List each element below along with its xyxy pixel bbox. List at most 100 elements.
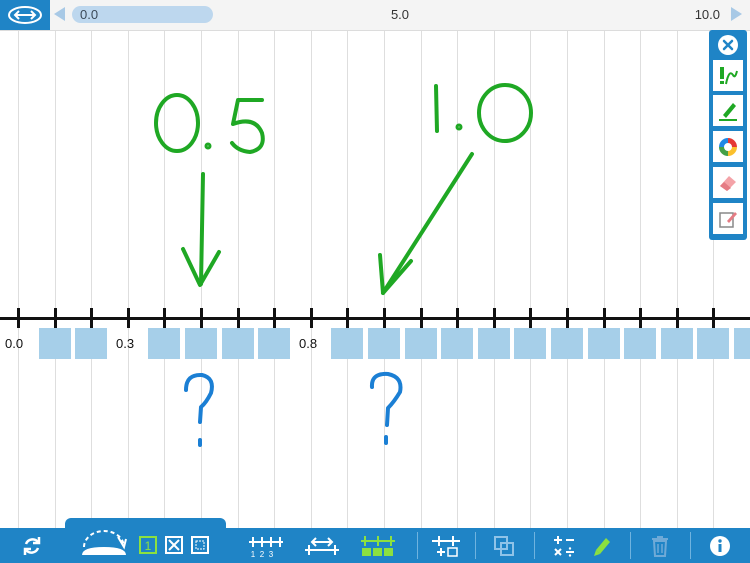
close-icon	[722, 39, 734, 51]
toolbar-separator	[630, 532, 631, 559]
refresh-icon	[23, 536, 41, 555]
grid-line	[238, 31, 239, 528]
jump-tools-tab: 1	[65, 518, 226, 563]
number-line[interactable]	[0, 317, 750, 320]
eraser-tool-button[interactable]	[713, 167, 743, 198]
tick-marks-button[interactable]: 1 2 3	[246, 528, 286, 563]
grid-line	[91, 31, 92, 528]
number-line-tick	[566, 308, 569, 328]
grid-line	[55, 31, 56, 528]
clear-page-icon	[719, 211, 737, 228]
handwritten-1-0	[434, 83, 533, 143]
operations-button[interactable]	[544, 528, 584, 563]
hidden-label-box[interactable]	[185, 328, 217, 359]
svg-text:1: 1	[145, 539, 152, 553]
color-picker-button[interactable]	[713, 131, 743, 162]
grid-line	[18, 31, 19, 528]
scale-right-value: 10.0	[694, 7, 720, 22]
add-bar-button[interactable]	[426, 528, 466, 563]
scroll-left-arrow-icon[interactable]	[54, 7, 65, 21]
hide-value-toggle[interactable]	[163, 527, 185, 562]
close-palette-button[interactable]	[718, 35, 738, 55]
hidden-label-box[interactable]	[441, 328, 473, 359]
hidden-label-box[interactable]	[148, 328, 180, 359]
hidden-label-box[interactable]	[222, 328, 254, 359]
number-line-tick	[127, 308, 130, 328]
grid-line	[274, 31, 275, 528]
info-button[interactable]	[700, 528, 740, 563]
hidden-label-box[interactable]	[331, 328, 363, 359]
number-line-tick	[676, 308, 679, 328]
zoom-scale-bar[interactable]: 0.0 5.0 10.0	[0, 0, 750, 31]
number-line-tick	[163, 308, 166, 328]
number-line-tick	[237, 308, 240, 328]
hidden-label-box[interactable]	[551, 328, 583, 359]
pen-tool-button[interactable]	[713, 60, 743, 91]
expand-scale-button[interactable]	[0, 0, 50, 30]
hidden-label-box[interactable]	[697, 328, 729, 359]
trash-button[interactable]	[640, 528, 680, 563]
group-button[interactable]	[484, 528, 524, 563]
show-value-toggle[interactable]: 1	[137, 527, 159, 562]
number-line-tick	[712, 308, 715, 328]
number-line-tick	[420, 308, 423, 328]
toolbar-separator	[534, 532, 535, 559]
info-icon	[710, 535, 730, 556]
scale-thumb[interactable]: 0.0	[72, 6, 213, 23]
jump-arc-icon	[82, 529, 127, 555]
show-value-icon: 1	[139, 535, 157, 554]
scroll-right-arrow-icon[interactable]	[731, 7, 742, 21]
grid-line	[640, 31, 641, 528]
hide-labels-button[interactable]	[358, 528, 398, 563]
scale-left-value: 0.0	[80, 7, 99, 22]
number-line-tick	[603, 308, 606, 328]
svg-text:3: 3	[269, 550, 274, 558]
grid-line	[677, 31, 678, 528]
group-icon	[494, 535, 514, 556]
number-line-tick	[639, 308, 642, 328]
number-line-tick	[310, 308, 313, 328]
grid-line	[457, 31, 458, 528]
add-bar-icon	[432, 535, 460, 557]
grid-line	[164, 31, 165, 528]
hidden-label-box[interactable]	[734, 328, 750, 359]
eraser-icon	[720, 175, 736, 191]
hidden-label-box[interactable]	[478, 328, 510, 359]
outline-value-toggle[interactable]	[189, 527, 211, 562]
hidden-label-box[interactable]	[514, 328, 546, 359]
handwritten-0-5	[154, 93, 265, 154]
outline-value-icon	[191, 535, 209, 554]
number-line-tick	[54, 308, 57, 328]
grid-line	[567, 31, 568, 528]
hidden-label-box[interactable]	[75, 328, 107, 359]
hidden-label-box[interactable]	[588, 328, 620, 359]
color-wheel-icon	[719, 137, 737, 156]
hidden-label-box[interactable]	[39, 328, 71, 359]
reset-button[interactable]	[12, 528, 52, 563]
grid-line	[604, 31, 605, 528]
jump-arc-button[interactable]	[79, 523, 129, 558]
handwriting-layer	[154, 83, 533, 447]
hidden-label-box[interactable]	[368, 328, 400, 359]
grid-line	[311, 31, 312, 528]
hidden-label-box[interactable]	[258, 328, 290, 359]
interval-button[interactable]	[302, 528, 342, 563]
hidden-label-box[interactable]	[405, 328, 437, 359]
hide-value-icon	[165, 535, 183, 554]
operations-icon	[554, 535, 574, 557]
hidden-label-box[interactable]	[661, 328, 693, 359]
number-line-tick	[200, 308, 203, 328]
marker-button[interactable]	[582, 528, 622, 563]
question-mark-2	[369, 371, 403, 445]
number-line-tick	[90, 308, 93, 328]
hide-labels-icon	[361, 535, 395, 556]
clear-page-button[interactable]	[713, 203, 743, 234]
grid-line	[384, 31, 385, 528]
number-line-tick	[273, 308, 276, 328]
number-line-workspace[interactable]: 0.0 0.3 0.8	[0, 31, 750, 528]
pen-icon	[720, 66, 738, 84]
highlighter-tool-button[interactable]	[713, 95, 743, 126]
trash-icon	[652, 535, 668, 557]
hidden-label-box[interactable]	[624, 328, 656, 359]
number-line-tick	[456, 308, 459, 328]
